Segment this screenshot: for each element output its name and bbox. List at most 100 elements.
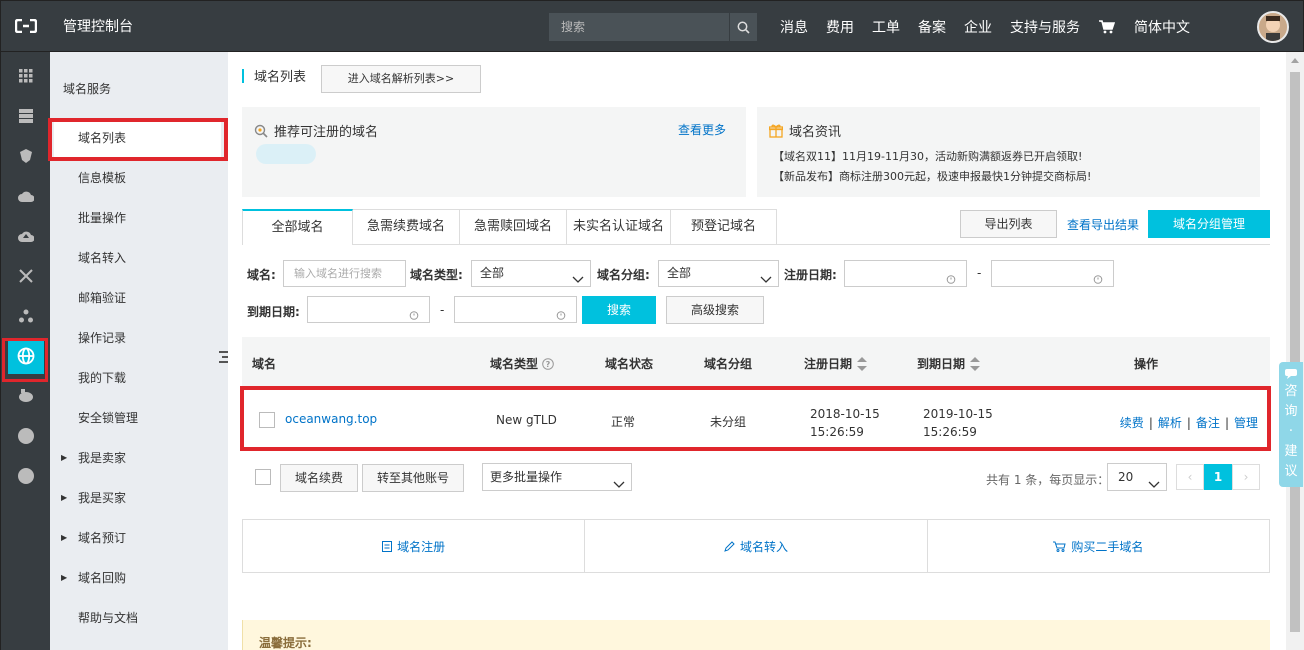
sidebar-item-reserve[interactable]: ▶ 域名预订 xyxy=(50,518,228,558)
see-more-link[interactable]: 查看更多 xyxy=(678,121,726,138)
rail-highlight xyxy=(2,338,48,382)
nav-messages[interactable]: 消息 xyxy=(771,17,817,37)
circle-icon[interactable] xyxy=(1,416,50,456)
sidebar-item-buyback[interactable]: ▶ 域名回购 xyxy=(50,558,228,598)
reg-date-start[interactable] xyxy=(844,260,967,287)
sidebar-item-transfer-in[interactable]: 域名转入 xyxy=(50,238,228,278)
table-header: 域名 域名类型 ? 域名状态 域名分组 注册日期 到期日期 操作 xyxy=(242,337,1270,389)
reg-date-label: 注册日期: xyxy=(784,268,837,282)
sidebar-item-seller[interactable]: ▶ 我是卖家 xyxy=(50,438,228,478)
search-icon[interactable] xyxy=(729,13,757,41)
global-search-input[interactable] xyxy=(549,13,729,41)
cart-icon[interactable] xyxy=(1089,20,1125,34)
page-1-button[interactable]: 1 xyxy=(1204,464,1232,490)
sidebar-item-buyer[interactable]: ▶ 我是买家 xyxy=(50,478,228,518)
quick-buy-used-link[interactable]: 购买二手域名 xyxy=(928,520,1269,572)
domain-search-input[interactable]: 输入域名进行搜索 xyxy=(283,260,406,287)
piggy-icon[interactable] xyxy=(1,376,50,416)
help-icon[interactable]: ? xyxy=(542,357,554,370)
sidebar-item-security-lock[interactable]: 安全锁管理 xyxy=(50,398,228,438)
page-scrollbar[interactable] xyxy=(1286,52,1304,650)
sidebar-item-label: 邮箱验证 xyxy=(78,291,127,305)
caret-right-icon: ▶ xyxy=(61,493,68,502)
col-exp-date[interactable]: 到期日期 xyxy=(917,355,981,372)
more-bulk-select[interactable]: 更多批量操作 xyxy=(482,463,632,491)
cluster-icon[interactable] xyxy=(1,296,50,336)
nav-enterprise[interactable]: 企业 xyxy=(955,17,1001,37)
nav-billing[interactable]: 费用 xyxy=(817,17,863,37)
sidebar-item-help[interactable]: 帮助与文档 xyxy=(50,598,228,638)
sidebar-item-label: 域名转入 xyxy=(78,251,127,265)
sort-icon[interactable] xyxy=(857,356,868,371)
view-export-results-link[interactable]: 查看导出结果 xyxy=(1067,216,1139,233)
sidebar-item-label: 批量操作 xyxy=(78,211,127,225)
news-item[interactable]: 【新品发布】商标注册300元起，极速申报最快1分钟提交商标局! xyxy=(773,167,1091,187)
recommend-panel: 推荐可注册的域名 查看更多 xyxy=(242,107,746,197)
col-type: 域名类型 ? xyxy=(490,355,554,372)
circle-icon[interactable] xyxy=(1,456,50,496)
title-accent-bar xyxy=(242,68,244,83)
sidebar-item-op-log[interactable]: 操作记录 xyxy=(50,318,228,358)
sort-icon[interactable] xyxy=(970,356,981,371)
shield-gem-icon[interactable] xyxy=(1,136,50,176)
sidebar-item-downloads[interactable]: 我的下载 xyxy=(50,358,228,398)
type-select[interactable]: 全部 xyxy=(471,260,591,287)
sidebar-item-label: 域名回购 xyxy=(78,571,127,585)
tab-redeem-urgent[interactable]: 急需赎回域名 xyxy=(460,209,568,245)
enter-dns-list-button[interactable]: 进入域名解析列表>> xyxy=(321,65,481,93)
language-switch[interactable]: 简体中文 xyxy=(1125,17,1199,37)
sidebar-item-batch[interactable]: 批量操作 xyxy=(50,198,228,238)
network-icon[interactable] xyxy=(1,256,50,296)
page-size-select[interactable]: 20 xyxy=(1107,463,1167,491)
console-title[interactable]: 管理控制台 xyxy=(63,16,133,36)
grid-icon[interactable] xyxy=(1,56,50,96)
group-manage-button[interactable]: 域名分组管理 xyxy=(1148,210,1270,238)
aliyun-logo-icon[interactable] xyxy=(1,1,51,51)
tips-title: 温馨提示: xyxy=(259,636,312,650)
exp-date-end[interactable] xyxy=(454,296,577,323)
top-bar: 管理控制台 消息 费用 工单 备案 企业 支持与服务 简体中文 xyxy=(0,0,1304,52)
sidebar-item-label: 我是买家 xyxy=(78,491,127,505)
edit-icon xyxy=(724,540,735,552)
nav-tickets[interactable]: 工单 xyxy=(863,17,909,37)
news-item[interactable]: 【域名双11】11月19-11月30，活动新购满额返券已开启领取! xyxy=(773,147,1091,167)
quick-transfer-link[interactable]: 域名转入 xyxy=(585,520,928,572)
news-title: 域名资讯 xyxy=(789,125,842,140)
tab-preregistered[interactable]: 预登记域名 xyxy=(671,209,778,245)
search-bulb-icon xyxy=(254,124,268,138)
page-header: 域名列表 xyxy=(242,66,306,85)
export-list-button[interactable]: 导出列表 xyxy=(960,210,1057,238)
reg-date-end[interactable] xyxy=(991,260,1114,287)
tab-all-domains[interactable]: 全部域名 xyxy=(242,209,353,245)
group-select[interactable]: 全部 xyxy=(658,260,779,287)
advanced-search-button[interactable]: 高级搜索 xyxy=(666,296,764,324)
scroll-thumb[interactable] xyxy=(1290,72,1300,632)
col-exp-date-label: 到期日期 xyxy=(917,357,966,371)
exp-date-start[interactable] xyxy=(307,296,430,323)
quick-register-link[interactable]: 域名注册 xyxy=(243,520,586,572)
search-button[interactable]: 搜索 xyxy=(582,296,656,324)
bulk-renew-button[interactable]: 域名续费 xyxy=(280,464,358,492)
nav-support[interactable]: 支持与服务 xyxy=(1001,17,1089,37)
select-all-checkbox[interactable] xyxy=(255,469,271,485)
col-reg-date[interactable]: 注册日期 xyxy=(804,355,868,372)
scroll-up-arrow[interactable] xyxy=(1291,58,1299,63)
feedback-tab[interactable]: 咨 询 · 建 议 xyxy=(1279,362,1303,487)
transfer-account-button[interactable]: 转至其他账号 xyxy=(362,464,464,492)
next-page-button[interactable]: › xyxy=(1232,464,1260,490)
chevron-down-icon xyxy=(760,268,772,293)
cloud-icon[interactable] xyxy=(1,176,50,216)
user-avatar[interactable] xyxy=(1257,11,1289,43)
prev-page-button[interactable]: ‹ xyxy=(1176,464,1204,490)
cloud-upload-icon[interactable] xyxy=(1,216,50,256)
feedback-char: 议 xyxy=(1284,464,1298,479)
sidebar-item-info-template[interactable]: 信息模板 xyxy=(50,158,228,198)
tab-unverified[interactable]: 未实名认证域名 xyxy=(567,209,672,245)
quick-buy-used-label: 购买二手域名 xyxy=(1071,539,1144,554)
sidebar-item-email-verify[interactable]: 邮箱验证 xyxy=(50,278,228,318)
tab-renew-urgent[interactable]: 急需续费域名 xyxy=(353,209,461,245)
nav-filing[interactable]: 备案 xyxy=(909,17,955,37)
recommend-title: 推荐可注册的域名 xyxy=(274,125,379,140)
server-icon[interactable] xyxy=(1,96,50,136)
row-highlight xyxy=(240,386,1271,451)
